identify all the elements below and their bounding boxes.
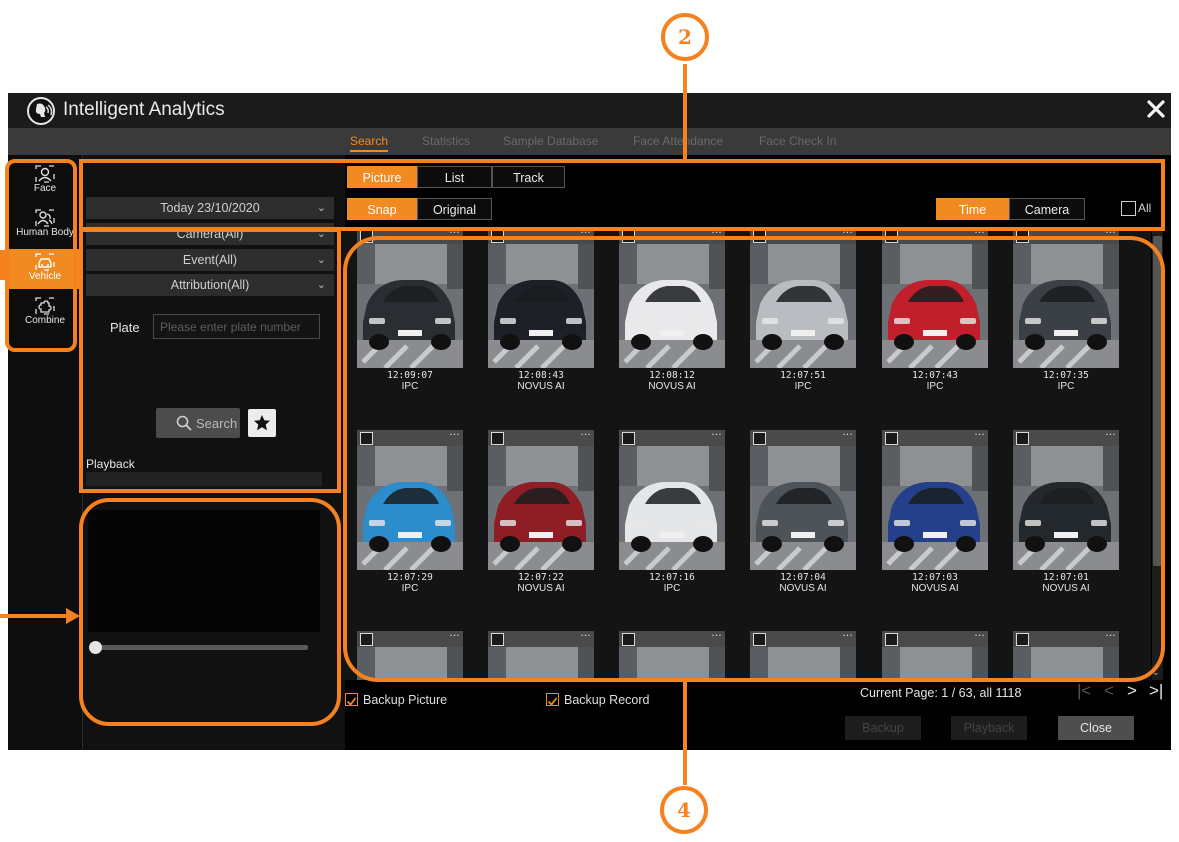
arrow-right-icon <box>66 608 80 624</box>
close-icon[interactable] <box>1144 97 1168 121</box>
highlight-filter-panel <box>79 228 341 493</box>
backup-record-label: Backup Record <box>564 693 650 707</box>
highlight-playback <box>79 498 341 726</box>
backup-picture-label: Backup Picture <box>363 693 448 707</box>
tab-face-check-in[interactable]: Face Check In <box>759 134 836 148</box>
first-page-icon[interactable]: |< <box>1077 681 1091 701</box>
checkmark-icon <box>547 697 558 706</box>
backup-picture-checkbox[interactable] <box>345 693 358 706</box>
close-button[interactable]: Close <box>1058 716 1134 740</box>
backup-record-checkbox[interactable] <box>546 693 559 706</box>
callout-line-edge <box>0 250 6 280</box>
backup-button[interactable]: Backup <box>845 716 921 740</box>
highlight-results <box>343 236 1165 682</box>
callout-4: 4 <box>660 786 708 834</box>
highlight-sidebar <box>5 159 77 352</box>
last-page-icon[interactable]: >| <box>1149 681 1163 701</box>
prev-page-icon[interactable]: < <box>1104 681 1114 701</box>
app-title: Intelligent Analytics <box>63 99 225 120</box>
callout-2: 2 <box>661 13 709 61</box>
highlight-toolbar <box>79 159 1165 231</box>
next-page-icon[interactable]: > <box>1127 681 1137 701</box>
callout-line-bottom <box>683 681 687 785</box>
app-logo-icon <box>27 97 55 125</box>
tab-sample-database[interactable]: Sample Database <box>503 134 598 148</box>
callout-line-top <box>683 64 687 162</box>
tab-search[interactable]: Search <box>350 134 389 152</box>
callout-line-left <box>0 614 72 618</box>
tab-face-attendance[interactable]: Face Attendance <box>633 134 723 148</box>
playback-button[interactable]: Playback <box>951 716 1027 740</box>
page-info: Current Page: 1 / 63, all 1118 <box>860 686 1022 700</box>
checkmark-icon <box>346 697 357 706</box>
tab-statistics[interactable]: Statistics <box>422 134 470 148</box>
